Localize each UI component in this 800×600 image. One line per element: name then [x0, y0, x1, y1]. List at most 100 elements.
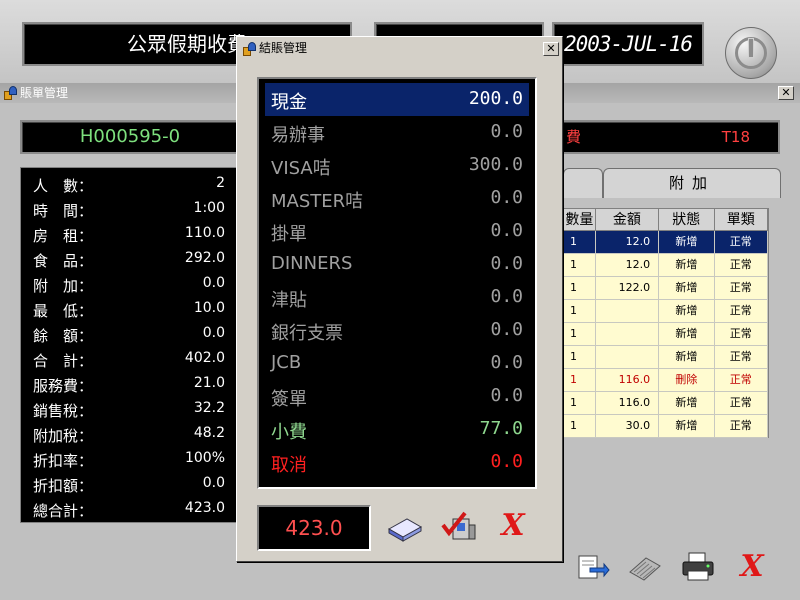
summary-row: 附 加： 0.0: [21, 272, 239, 297]
summary-label: 合 計：: [33, 352, 94, 370]
grid-cell-amount: 12.0: [596, 231, 660, 253]
cancel-button[interactable]: X: [734, 550, 770, 584]
summary-row: 銷售稅： 32.2: [21, 397, 239, 422]
grid-cell-qty: 1: [564, 323, 596, 345]
table-label: 費: [566, 128, 582, 146]
payment-method-amount: 0.0: [490, 286, 523, 307]
payment-method-label: 掛單: [271, 224, 307, 245]
payment-method-label: 津貼: [271, 290, 307, 311]
payment-method-row[interactable]: 取消 0.0: [265, 446, 529, 479]
payment-method-amount: 0.0: [490, 385, 523, 406]
summary-label: 總合計：: [33, 502, 94, 520]
summary-row: 附加稅： 48.2: [21, 422, 239, 447]
grid-cell-amount: [596, 323, 660, 345]
grid-cell-qty: 1: [564, 415, 596, 437]
table-row[interactable]: 1 116.0 刪除 正常: [564, 369, 769, 392]
clear-icon[interactable]: [385, 509, 425, 545]
summary-value: 48.2: [193, 425, 225, 441]
summary-label: 人 數：: [33, 177, 94, 195]
confirm-checkout-icon[interactable]: [439, 509, 479, 545]
summary-row: 時 間： 1:00: [21, 197, 239, 222]
table-row[interactable]: 1 12.0 新增 正常: [564, 254, 769, 277]
summary-row: 總合計： 423.0: [21, 497, 239, 522]
summary-row: 人 數： 2: [21, 172, 239, 197]
checkout-dialog: 結賬管理 ✕ 現金 200.0 易辦事 0.0 VISA咭 300.0 MASTER咭 0.0…: [236, 36, 563, 562]
grid-cell-status: 新增: [659, 323, 715, 345]
summary-label: 銷售稅：: [33, 402, 94, 420]
grid-column-header[interactable]: 狀態: [659, 209, 715, 231]
payment-method-row[interactable]: DINNERS 0.0: [265, 248, 529, 281]
payment-method-row[interactable]: 現金 200.0: [265, 83, 529, 116]
grid-cell-type: 正常: [715, 415, 769, 437]
tab-strip: 附加: [563, 168, 781, 198]
payment-method-row[interactable]: 易辦事 0.0: [265, 116, 529, 149]
grid-column-header[interactable]: 單類: [714, 209, 768, 231]
grid-cell-type: 正常: [715, 277, 769, 299]
dialog-close-button[interactable]: ✕: [543, 42, 559, 56]
payment-method-amount: 0.0: [490, 187, 523, 208]
close-button[interactable]: ✕: [778, 86, 794, 100]
summary-row: 餘 額： 0.0: [21, 322, 239, 347]
keyboard-icon[interactable]: [626, 550, 662, 584]
bill-summary-panel: 人 數： 2 時 間： 1:00 房 租： 110.0 食 品： 292.0 附 加： 0.0 最 …: [20, 167, 240, 523]
payment-method-row[interactable]: VISA咭 300.0: [265, 149, 529, 182]
export-icon[interactable]: [574, 550, 610, 584]
summary-value: 402.0: [184, 350, 225, 366]
grid-cell-qty: 1: [564, 392, 596, 414]
power-button[interactable]: [725, 27, 777, 79]
grid-cell-amount: 12.0: [596, 254, 660, 276]
grid-cell-status: 新增: [659, 346, 715, 368]
payment-method-amount: 0.0: [490, 352, 523, 373]
summary-value: 32.2: [193, 400, 225, 416]
payment-method-label: 易辦事: [271, 125, 325, 146]
grid-cell-status: 新增: [659, 300, 715, 322]
summary-row: 折扣率： 100%: [21, 447, 239, 472]
summary-row: 食 品： 292.0: [21, 247, 239, 272]
summary-value: 110.0: [184, 225, 225, 241]
payment-method-label: 現金: [271, 92, 307, 113]
table-row[interactable]: 1 122.0 新增 正常: [564, 277, 769, 300]
grid-cell-status: 新增: [659, 254, 715, 276]
summary-value: 0.0: [202, 325, 225, 341]
payment-method-row[interactable]: JCB 0.0: [265, 347, 529, 380]
summary-row: 折扣額： 0.0: [21, 472, 239, 497]
date-display: 2003-JUL-16: [552, 22, 704, 66]
table-row[interactable]: 1 新增 正常: [564, 323, 769, 346]
order-items-grid: 數量 金額 狀態 單類 1 12.0 新增 正常 1 12.0 新增 正常 1 122.0 新增 正常 1 新增…: [563, 208, 769, 438]
payment-method-label: VISA咭: [271, 158, 331, 179]
payment-method-row[interactable]: 津貼 0.0: [265, 281, 529, 314]
grid-cell-type: 正常: [715, 369, 769, 391]
summary-value: 292.0: [184, 250, 225, 266]
payment-method-row[interactable]: 簽單 0.0: [265, 380, 529, 413]
app-icon: [243, 42, 257, 56]
payment-method-row[interactable]: MASTER咭 0.0: [265, 182, 529, 215]
checkout-total: 423.0: [257, 505, 371, 551]
payment-method-amount: 0.0: [490, 253, 523, 274]
summary-row: 服務費： 21.0: [21, 372, 239, 397]
payment-method-label: MASTER咭: [271, 191, 364, 212]
cancel-checkout-button[interactable]: X: [493, 509, 533, 545]
payment-method-row[interactable]: 掛單 0.0: [265, 215, 529, 248]
grid-body: 1 12.0 新增 正常 1 12.0 新增 正常 1 122.0 新增 正常 1 新增 正常 1 新增 正常 1 新…: [564, 231, 769, 438]
tab-extra[interactable]: 附加: [603, 168, 781, 198]
payment-method-row[interactable]: 銀行支票 0.0: [265, 314, 529, 347]
tab-items[interactable]: [563, 168, 603, 198]
table-display: 費 T18: [560, 120, 780, 154]
grid-cell-status: 新增: [659, 231, 715, 253]
table-row[interactable]: 1 12.0 新增 正常: [564, 231, 769, 254]
table-row[interactable]: 1 新增 正常: [564, 346, 769, 369]
payment-method-label: 小費: [271, 422, 307, 443]
table-row[interactable]: 1 30.0 新增 正常: [564, 415, 769, 438]
table-row[interactable]: 1 新增 正常: [564, 300, 769, 323]
grid-column-header[interactable]: 數量: [564, 209, 596, 231]
payment-method-amount: 300.0: [468, 154, 523, 175]
grid-cell-status: 刪除: [659, 369, 715, 391]
summary-value: 100%: [184, 450, 225, 466]
grid-cell-qty: 1: [564, 277, 596, 299]
table-row[interactable]: 1 116.0 新增 正常: [564, 392, 769, 415]
payment-method-row[interactable]: 小費 77.0: [265, 413, 529, 446]
grid-column-header[interactable]: 金額: [595, 209, 660, 231]
grid-cell-status: 新增: [659, 392, 715, 414]
printer-icon[interactable]: [680, 550, 716, 584]
table-number: T18: [721, 128, 750, 146]
